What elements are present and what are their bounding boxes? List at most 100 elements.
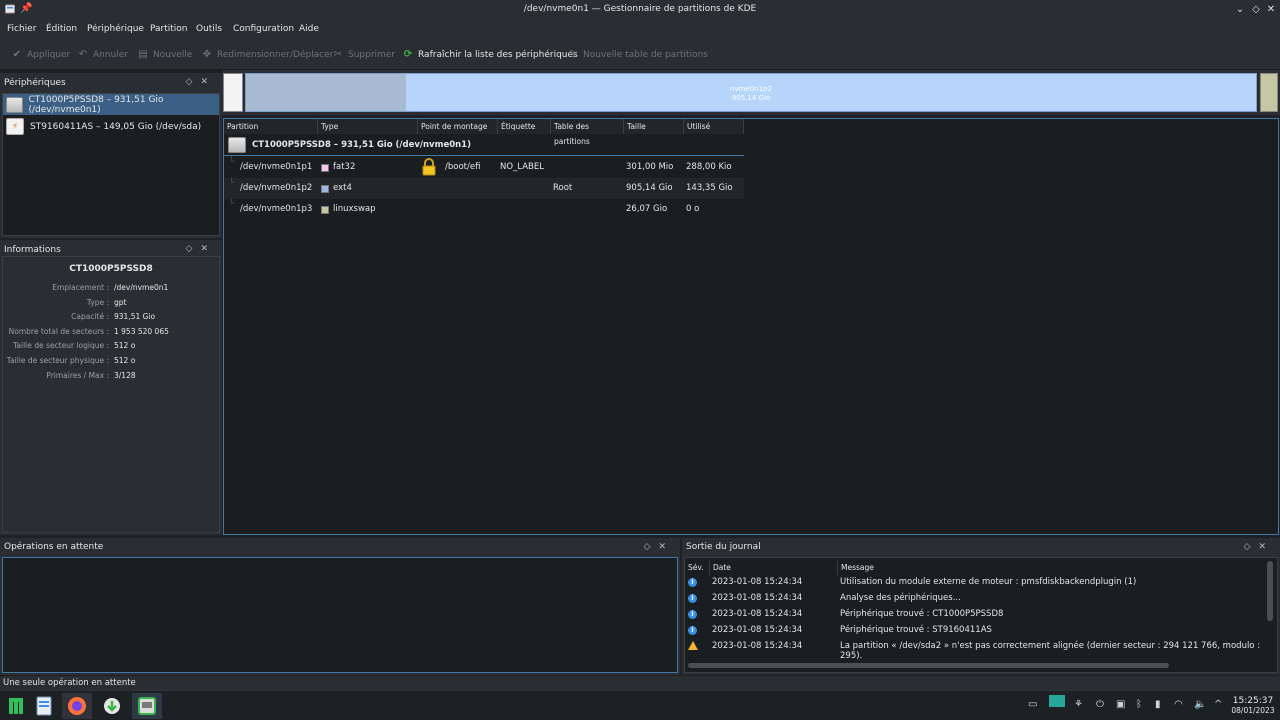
log-row[interactable]: i 2023-01-08 15:24:34 Analyse des périph… — [685, 591, 1263, 607]
menu-configuration[interactable]: Configuration — [233, 24, 294, 34]
menu-outils[interactable]: Outils — [196, 24, 222, 34]
partition-segment-p3[interactable] — [1260, 73, 1278, 112]
manjaro-menu-icon[interactable] — [1, 693, 31, 719]
menu-fichier[interactable]: Fichier — [7, 24, 36, 34]
cell-partition: /dev/nvme0n1p3 — [240, 204, 313, 214]
partition-manager-task-icon[interactable] — [132, 693, 162, 719]
undo-label: Annuler — [93, 50, 129, 60]
info-device-name: CT1000P5PSSD8 — [69, 264, 153, 274]
file-manager-icon[interactable] — [29, 693, 59, 719]
table-row[interactable]: └ /dev/nvme0n1p1 fat32 /boot/efi NO_LABE… — [224, 157, 744, 178]
warning-icon — [688, 641, 698, 650]
horizontal-scrollbar[interactable] — [688, 663, 1169, 668]
col-partition-table[interactable]: Table des partitions — [551, 119, 624, 146]
pending-operations-list[interactable] — [2, 557, 678, 673]
log-row[interactable]: 2023-01-08 15:24:34 La partition « /dev/… — [685, 639, 1263, 661]
table-row[interactable]: └ /dev/nvme0n1p2 ext4 Root 905,14 Gio 14… — [224, 178, 744, 199]
partition-bar: nvme0n1p2 905,14 Gio — [222, 70, 1280, 115]
cell-type: ext4 — [333, 183, 352, 193]
cell-used: 288,00 Kio — [686, 162, 732, 172]
col-used[interactable]: Utilisé — [684, 119, 744, 134]
refresh-devices-button[interactable]: ⟳ Rafraîchir la liste des périphériques — [402, 48, 578, 62]
ssd-icon — [6, 96, 23, 113]
desktop-icon[interactable]: ▭ — [1028, 699, 1037, 710]
cell-label: NO_LABEL — [500, 162, 544, 172]
title-bar: 📌 /dev/nvme0n1 — Gestionnaire de partiti… — [0, 0, 1280, 20]
delete-button[interactable]: ✂ Supprimer — [332, 48, 395, 62]
col-label[interactable]: Étiquette — [498, 119, 551, 134]
bluetooth-icon[interactable]: ᛒ — [1136, 699, 1142, 710]
download-icon[interactable] — [97, 693, 127, 719]
cell-mount: /boot/efi — [445, 162, 481, 172]
cell-type: linuxswap — [333, 204, 376, 214]
device-item-sda[interactable]: ⚡ ST9160411AS – 149,05 Gio (/dev/sda) — [3, 116, 219, 137]
panel-float-close-icons[interactable]: ◇✕ — [186, 77, 216, 87]
info-icon: i — [688, 626, 697, 635]
info-row: Taille de secteur physique :512 o — [6, 356, 136, 365]
log-row[interactable]: i 2023-01-08 15:24:34 Périphérique trouv… — [685, 623, 1263, 639]
clipboard-icon[interactable]: ▣ — [1116, 699, 1125, 710]
menu-peripherique[interactable]: Périphérique — [87, 24, 144, 34]
menu-partition[interactable]: Partition — [150, 24, 188, 34]
col-mount-point[interactable]: Point de montage — [418, 119, 498, 134]
log-row[interactable]: i 2023-01-08 15:24:34 Utilisation du mod… — [685, 575, 1263, 591]
wifi-icon[interactable]: ◠ — [1174, 699, 1183, 710]
delete-label: Supprimer — [348, 50, 396, 60]
pager-icon[interactable] — [1049, 695, 1065, 707]
info-row: Primaires / Max :3/128 — [46, 371, 136, 380]
volume-icon[interactable]: 🔈 — [1194, 699, 1206, 710]
panel-float-close-icons[interactable]: ◇✕ — [1244, 542, 1274, 552]
new-partition-table-button[interactable]: ✎ Nouvelle table de partitions — [567, 48, 708, 62]
undo-icon: ↶ — [78, 49, 88, 60]
battery-icon[interactable]: ▮ — [1155, 699, 1161, 710]
partition-segment-p1[interactable] — [223, 73, 243, 112]
menu-edition[interactable]: Édition — [46, 24, 77, 34]
info-row: Taille de secteur logique :512 o — [13, 341, 136, 350]
status-bar: Une seule opération en attente — [0, 676, 1280, 690]
device-row[interactable]: CT1000P5PSSD8 – 931,51 Gio (/dev/nvme0n1… — [224, 135, 744, 156]
cell-size: 301,00 Mio — [626, 162, 674, 172]
log-panel-title: Sortie du journal — [686, 542, 761, 552]
table-row[interactable]: └ /dev/nvme0n1p3 linuxswap 26,07 Gio 0 o — [224, 199, 744, 220]
col-partition[interactable]: Partition — [224, 119, 318, 134]
chevron-up-icon[interactable]: ^ — [1214, 699, 1222, 710]
info-row: Emplacement :/dev/nvme0n1 — [52, 283, 169, 292]
new-label: Nouvelle — [153, 50, 193, 60]
network-share-icon[interactable]: ⚘ — [1074, 699, 1083, 710]
close-icon[interactable]: ✕ — [1264, 3, 1278, 17]
devices-panel-title: Périphériques — [4, 78, 66, 88]
col-severity[interactable]: Sév. — [685, 561, 710, 575]
taskbar: ▭ ⚘ ⏻ ▣ ᛒ ▮ ◠ 🔈 ^ 15:25:37 08/01/2023 — [0, 690, 1280, 720]
clock[interactable]: 15:25:37 08/01/2023 — [1230, 696, 1276, 716]
cell-type: fat32 — [333, 162, 356, 172]
resize-icon: ✥ — [202, 49, 212, 60]
col-size[interactable]: Taille — [624, 119, 684, 134]
info-row: Type : gpt — [86, 298, 127, 307]
firefox-icon[interactable] — [62, 693, 92, 719]
menu-aide[interactable]: Aide — [299, 24, 319, 34]
maximize-icon[interactable]: ◇ — [1249, 3, 1263, 17]
new-partition-button[interactable]: ▤ Nouvelle — [137, 48, 192, 62]
col-date[interactable]: Date — [710, 561, 838, 575]
info-icon: i — [688, 594, 697, 603]
refresh-label: Rafraîchir la liste des périphériques — [418, 50, 578, 60]
toolbar: ✔ Appliquer ↶ Annuler ▤ Nouvelle ✥ Redim… — [0, 40, 1280, 70]
device-item-nvme0n1[interactable]: CT1000P5PSSD8 – 931,51 Gio (/dev/nvme0n1… — [3, 94, 219, 115]
devices-list: CT1000P5PSSD8 – 931,51 Gio (/dev/nvme0n1… — [2, 93, 220, 236]
panel-float-close-icons[interactable]: ◇✕ — [186, 244, 216, 254]
device-label: CT1000P5PSSD8 – 931,51 Gio (/dev/nvme0n1… — [28, 94, 164, 115]
apply-button[interactable]: ✔ Appliquer — [11, 48, 70, 62]
vertical-scrollbar[interactable] — [1267, 561, 1273, 621]
minimize-icon[interactable]: ⌄ — [1233, 3, 1247, 17]
cell-used: 0 o — [686, 204, 700, 214]
power-icon[interactable]: ⏻ — [1096, 699, 1104, 710]
col-type[interactable]: Type — [318, 119, 418, 134]
log-row[interactable]: i 2023-01-08 15:24:34 Périphérique trouv… — [685, 607, 1263, 623]
panel-float-close-icons[interactable]: ◇✕ — [644, 542, 674, 552]
partition-segment-p2[interactable]: nvme0n1p2 905,14 Gio — [245, 73, 1257, 112]
undo-button[interactable]: ↶ Annuler — [77, 48, 128, 62]
resize-move-button[interactable]: ✥ Redimensionner/Déplacer — [201, 48, 334, 62]
cell-flags: Root — [553, 183, 573, 193]
ssd-icon — [228, 137, 246, 153]
col-message[interactable]: Message — [838, 561, 1263, 575]
